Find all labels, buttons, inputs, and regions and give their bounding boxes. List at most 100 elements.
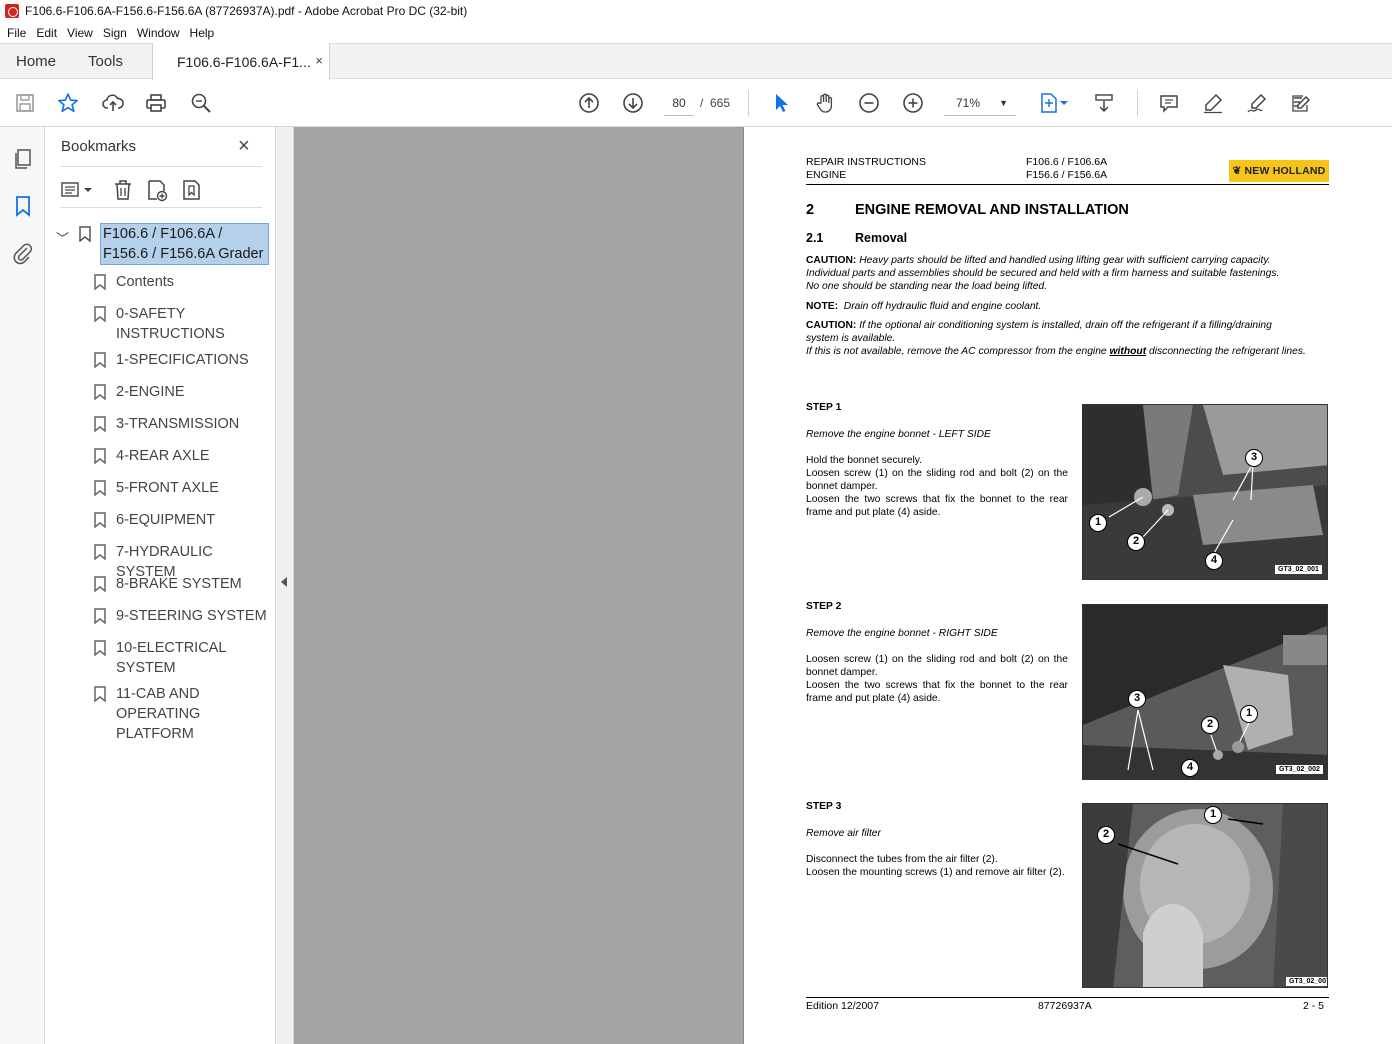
menu-window[interactable]: Window	[132, 26, 185, 40]
delete-bookmark-icon[interactable]	[111, 178, 135, 202]
page-thumbnails-icon[interactable]	[11, 147, 35, 171]
attachments-icon[interactable]	[11, 241, 35, 265]
chevron-down-icon[interactable]: ﹀	[56, 228, 69, 247]
callout-2: 2	[1097, 826, 1115, 844]
footer-page-number: 2 - 5	[1303, 1000, 1325, 1012]
step-3-photo: 1 2 GT3_02_007	[1082, 803, 1328, 988]
tab-tools[interactable]: Tools	[88, 53, 123, 70]
save-icon[interactable]	[12, 90, 38, 116]
step-line: Loosen the two screws that fix the bonne…	[806, 494, 1068, 518]
bookmark-item[interactable]: 1-SPECIFICATIONS	[116, 350, 274, 370]
next-page-icon[interactable]	[620, 90, 646, 116]
bookmarks-panel-icon[interactable]	[11, 194, 35, 218]
step-line: Hold the bonnet securely.	[806, 455, 923, 466]
callout-3: 3	[1128, 690, 1146, 708]
caution-line: Individual parts and assemblies should b…	[806, 268, 1280, 279]
page-number-input[interactable]: 80	[664, 90, 694, 116]
left-navigation-rail	[0, 127, 45, 1044]
tab-close-icon[interactable]: ×	[315, 53, 323, 68]
zoom-level-select[interactable]: 71% ▼	[944, 90, 1016, 116]
bookmark-item[interactable]: 4-REAR AXLE	[116, 446, 274, 466]
print-icon[interactable]	[143, 90, 169, 116]
step-line: Loosen the two screws that fix the bonne…	[806, 680, 1068, 704]
fit-page-dropdown-icon[interactable]	[1058, 90, 1070, 116]
zoom-in-icon[interactable]	[900, 90, 926, 116]
bookmark-item[interactable]: 10-ELECTRICAL SYSTEM	[116, 638, 274, 678]
bookmark-icon	[94, 448, 106, 464]
note-drain: NOTE: Drain off hydraulic fluid and engi…	[806, 300, 1336, 313]
caution-air-conditioning: CAUTION: If the optional air conditionin…	[806, 319, 1336, 358]
bookmark-item[interactable]: 6-EQUIPMENT	[116, 510, 274, 530]
caution-label: CAUTION:	[806, 255, 857, 266]
step-2-label: STEP 2	[806, 601, 842, 612]
subsection-title: Removal	[855, 231, 908, 245]
select-cursor-icon[interactable]	[768, 90, 794, 116]
bookmark-item[interactable]: Contents	[116, 272, 274, 292]
logo-leaf-icon: ❦	[1232, 165, 1242, 177]
header-models: F106.6 / F106.6A F156.6 / F156.6A	[1026, 156, 1107, 182]
menu-help[interactable]: Help	[185, 26, 220, 40]
header-repair-instructions: REPAIR INSTRUCTIONS	[806, 156, 926, 168]
prev-page-icon[interactable]	[576, 90, 602, 116]
bookmark-icon	[94, 384, 106, 400]
page-total: 665	[710, 96, 731, 110]
bookmark-item[interactable]: 9-STEERING SYSTEM	[116, 606, 274, 626]
photo-code: GT3_02_002	[1276, 765, 1323, 774]
bookmark-icon	[94, 274, 106, 290]
cloud-upload-icon[interactable]	[100, 90, 126, 116]
tab-home[interactable]: Home	[16, 53, 56, 70]
zoom-search-icon[interactable]	[188, 90, 214, 116]
step-2-photo: 1 2 3 4 GT3_02_002	[1082, 604, 1328, 780]
callout-1: 1	[1240, 705, 1258, 723]
title-bar: F106.6-F106.6A-F156.6-F156.6A (87726937A…	[0, 0, 1392, 22]
new-bookmark-icon[interactable]	[145, 178, 169, 202]
photo-code: GT3_02_001	[1275, 565, 1322, 574]
highlight-pen-icon[interactable]	[1200, 90, 1226, 116]
close-panel-icon[interactable]: ×	[238, 135, 250, 158]
caution-emphasis: without	[1109, 346, 1147, 357]
bookmark-item[interactable]: 11-CAB AND OPERATING PLATFORM	[116, 684, 274, 744]
comment-icon[interactable]	[1156, 90, 1182, 116]
bookmark-item[interactable]: 5-FRONT AXLE	[116, 478, 274, 498]
bookmark-item[interactable]: 2-ENGINE	[116, 382, 274, 402]
bookmark-icon	[94, 544, 106, 560]
expand-bookmark-icon[interactable]	[180, 178, 204, 202]
zoom-level-value: 71%	[956, 96, 981, 110]
header-left: REPAIR INSTRUCTIONS ENGINE	[806, 156, 926, 182]
star-icon[interactable]	[55, 90, 81, 116]
page-separator: /	[700, 96, 704, 110]
menu-file[interactable]: File	[2, 26, 31, 40]
menu-edit[interactable]: Edit	[31, 26, 62, 40]
bookmarks-panel: Bookmarks × ﹀ F106.6 / F106.6A / F156.6 …	[46, 127, 275, 1040]
step-line: Loosen screw (1) on the sliding rod and …	[806, 468, 1068, 492]
toolbar-divider	[1137, 90, 1138, 116]
edit-pdf-icon[interactable]	[1288, 90, 1314, 116]
step-3-title: Remove air filter	[806, 828, 881, 839]
hand-tool-icon[interactable]	[812, 90, 838, 116]
tab-bar: Home Tools F106.6-F106.6A-F1... ×	[0, 43, 1392, 80]
bookmark-icon	[79, 226, 91, 242]
scroll-mode-icon[interactable]	[1091, 90, 1117, 116]
header-engine: ENGINE	[806, 169, 847, 181]
sign-pen-icon[interactable]	[1244, 90, 1270, 116]
caution-line: disconnecting the refrigerant lines.	[1149, 346, 1306, 357]
bookmark-icon	[94, 686, 106, 702]
bookmark-item[interactable]: 0-SAFETY INSTRUCTIONS	[116, 304, 274, 344]
panel-splitter[interactable]	[275, 127, 294, 1044]
bookmark-options-icon[interactable]	[60, 178, 96, 202]
menu-sign[interactable]: Sign	[98, 26, 132, 40]
bookmark-item[interactable]: 8-BRAKE SYSTEM	[116, 574, 274, 594]
menu-bar: File Edit View Sign Window Help	[0, 22, 1392, 43]
tab-document[interactable]: F106.6-F106.6A-F1... ×	[152, 43, 330, 80]
callout-3: 3	[1245, 449, 1263, 467]
zoom-out-icon[interactable]	[856, 90, 882, 116]
footer-edition: Edition 12/2007	[806, 1000, 879, 1012]
caution-heavy-parts: CAUTION: Heavy parts should be lifted an…	[806, 254, 1336, 293]
step-1-text: Hold the bonnet securely. Loosen screw (…	[806, 454, 1068, 519]
menu-view[interactable]: View	[62, 26, 98, 40]
collapse-panel-icon[interactable]	[281, 577, 287, 587]
chevron-down-icon: ▼	[999, 98, 1008, 108]
bookmark-item[interactable]: 3-TRANSMISSION	[116, 414, 274, 434]
bookmark-root-selected[interactable]: F106.6 / F106.6A / F156.6 / F156.6A Grad…	[100, 223, 269, 265]
bookmark-icon	[94, 576, 106, 592]
